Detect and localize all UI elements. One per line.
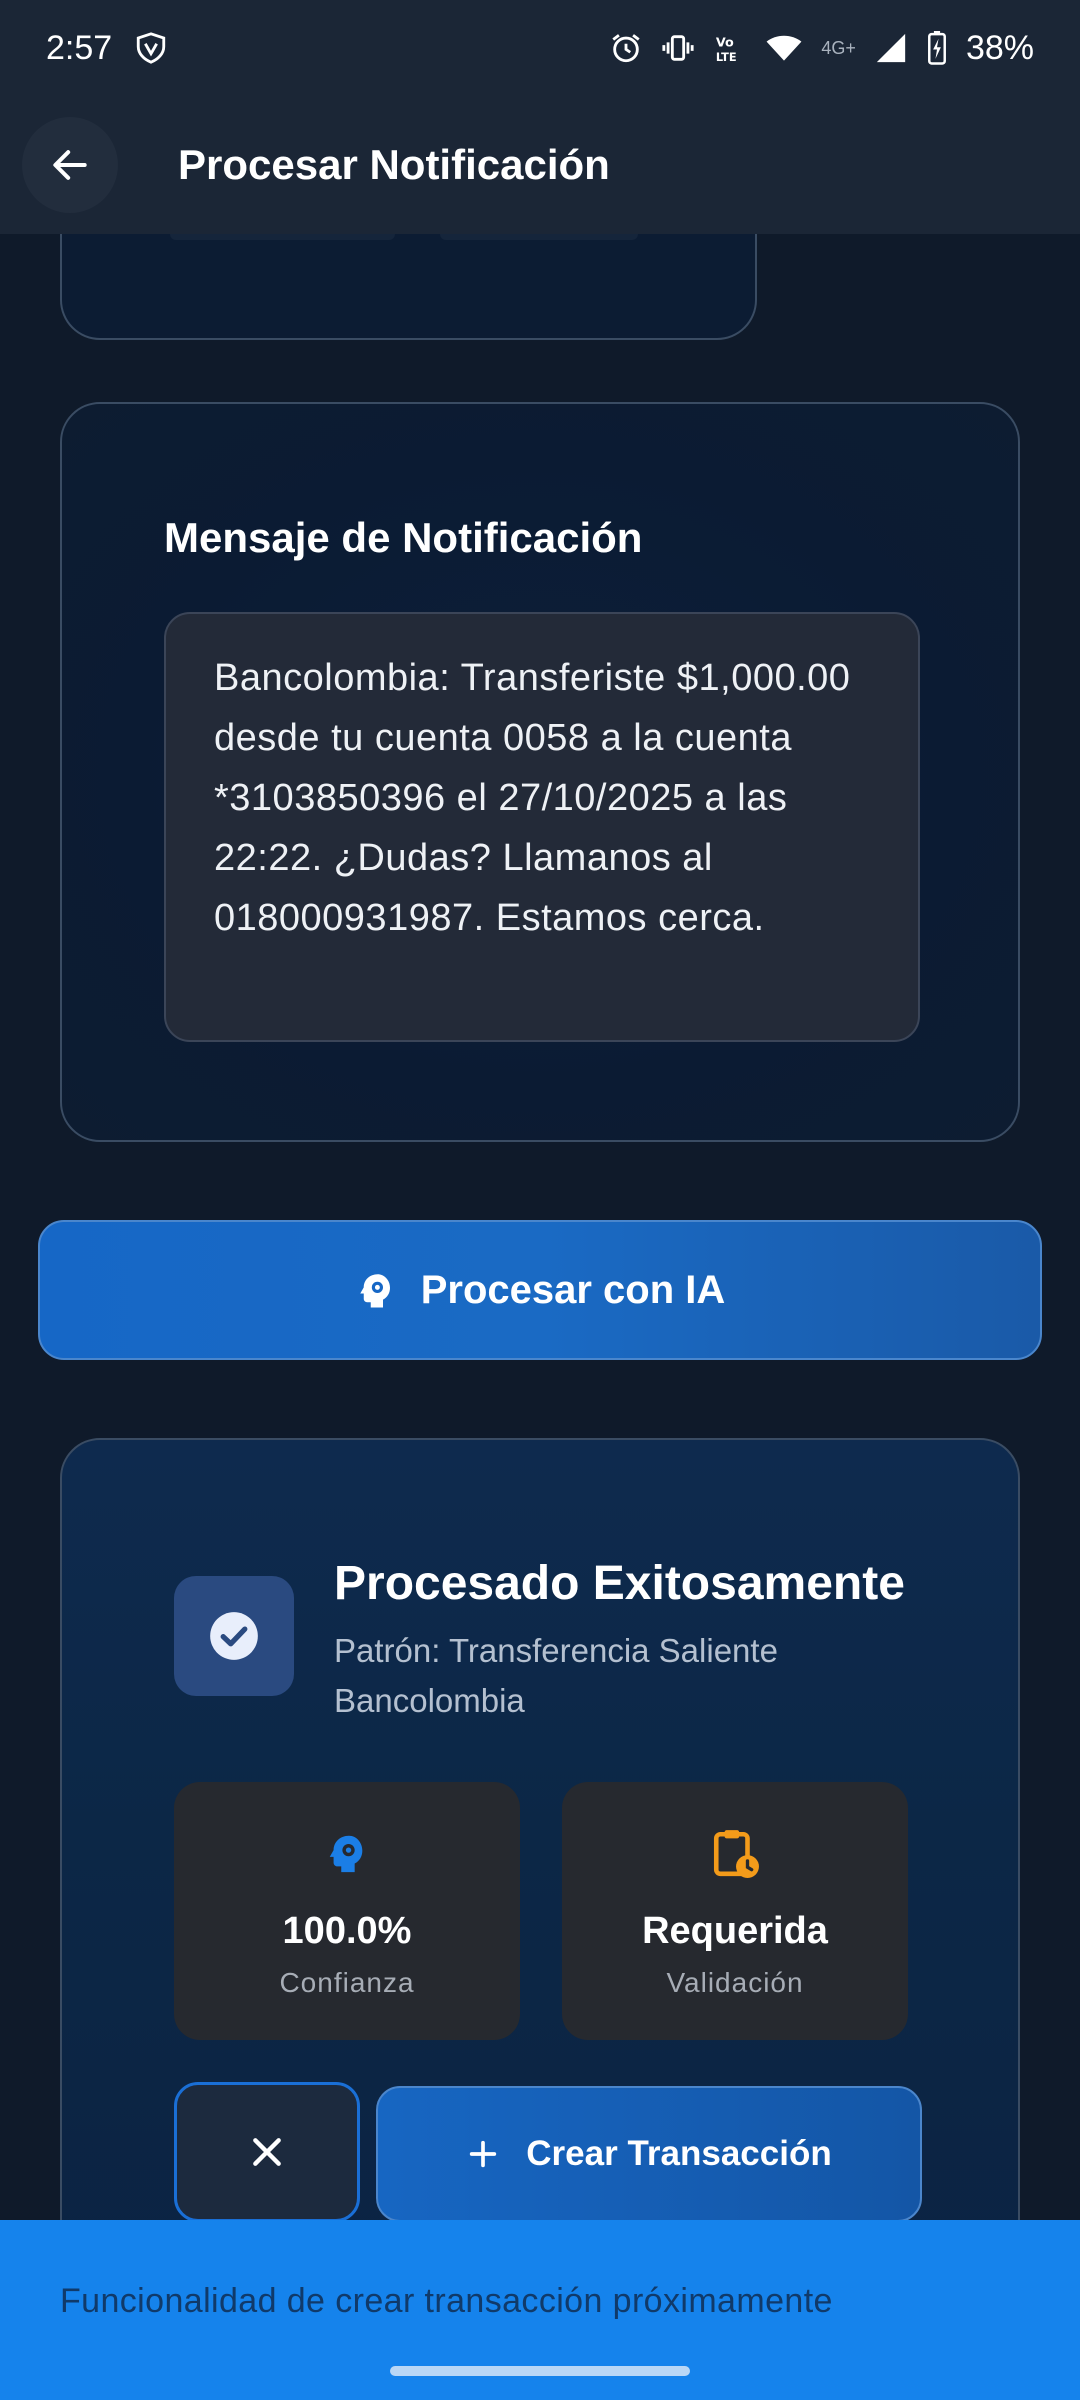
alarm-icon [609, 31, 643, 65]
status-left: 2:57 [46, 29, 168, 68]
wifi-icon [765, 31, 803, 65]
process-with-ai-label: Procesar con IA [420, 1267, 726, 1312]
process-with-ai-button[interactable]: Procesar con IA [38, 1220, 1042, 1360]
validation-value: Requerida [642, 1910, 828, 1952]
result-pattern: Patrón: Transferencia Saliente Bancolomb… [334, 1632, 778, 1719]
snackbar-message: Funcionalidad de crear transacción próxi… [60, 2282, 833, 2320]
validation-stat: Requerida Validación [562, 1782, 908, 2040]
previous-card-chip [440, 234, 638, 240]
app-bar: Procesar Notificación [0, 96, 1080, 234]
previous-card-chip [170, 234, 395, 240]
battery-charging-icon [926, 31, 948, 65]
notification-message-card: Mensaje de Notificación Bancolombia: Tra… [60, 402, 1020, 1142]
svg-text:Vo: Vo [716, 36, 734, 51]
page-title: Procesar Notificación [178, 141, 610, 188]
result-title: Procesado Exitosamente [334, 1557, 905, 1610]
cell-signal-icon [874, 31, 908, 65]
notification-message-text: Bancolombia: Transferiste $1,000.00 desd… [164, 612, 920, 1042]
add-icon [470, 2140, 497, 2168]
dismiss-button[interactable] [174, 2082, 360, 2222]
status-time: 2:57 [46, 28, 113, 67]
vibrate-icon [661, 31, 695, 65]
pending-actions-icon [710, 1824, 760, 1882]
battery-percent: 38% [965, 28, 1034, 67]
psychology-icon [359, 1274, 390, 1308]
gesture-home-bar[interactable] [390, 2366, 690, 2376]
close-icon [253, 2138, 281, 2166]
confidence-label: Confianza [279, 1967, 415, 1998]
confidence-stat: 100.0% Confianza [174, 1782, 520, 2040]
check-circle-icon [210, 1612, 258, 1660]
message-card-title: Mensaje de Notificación [164, 514, 643, 561]
validation-label: Validación [666, 1967, 804, 1998]
network-type-label: 4G+ [821, 37, 856, 58]
success-badge [174, 1576, 294, 1696]
create-transaction-label: Crear Transacción [526, 2134, 832, 2173]
confidence-value: 100.0% [282, 1910, 412, 1952]
svg-text:LTE: LTE [716, 50, 737, 64]
back-button[interactable] [22, 117, 118, 213]
volte-icon: Vo LTE [713, 31, 747, 65]
status-right: Vo LTE 4G+ 38% [609, 29, 1034, 68]
status-bar: 2:57 Vo LTE 4G+ 38% [0, 0, 1080, 96]
create-transaction-button[interactable]: Crear Transacción [376, 2086, 922, 2222]
psychology-icon [324, 1824, 370, 1882]
arrow-back-icon [53, 150, 87, 180]
vpn-shield-icon [134, 31, 168, 65]
